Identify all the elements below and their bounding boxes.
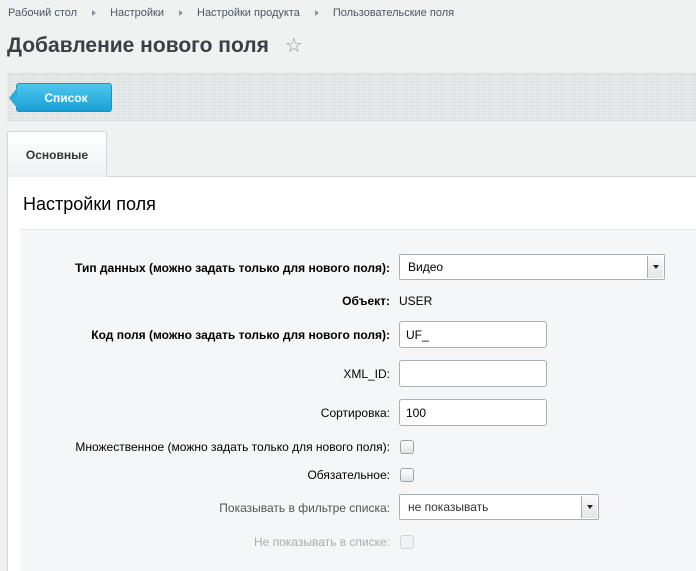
multiple-label: Множественное (можно задать только для н…	[75, 440, 390, 454]
sort-label: Сортировка:	[320, 406, 390, 420]
breadcrumb-arrow-icon	[314, 10, 319, 16]
breadcrumb-desktop[interactable]: Рабочий стол	[8, 7, 77, 19]
show-filter-value: не показывать	[408, 500, 489, 514]
show-filter-select[interactable]: не показывать	[399, 494, 599, 520]
breadcrumb: Рабочий стол Настройки Настройки продукт…	[8, 5, 454, 21]
data-type-label: Тип данных (можно задать только для ново…	[75, 261, 390, 275]
data-type-value: Видео	[408, 260, 444, 274]
tabs-bar: Основные	[7, 131, 696, 178]
xml-id-input[interactable]	[399, 360, 547, 387]
page-title-text: Добавление нового поля	[7, 33, 269, 57]
hide-in-list-checkbox[interactable]	[400, 535, 414, 549]
chevron-down-icon	[581, 496, 597, 518]
breadcrumb-product-settings[interactable]: Настройки продукта	[197, 7, 300, 19]
data-type-select[interactable]: Видео	[399, 254, 665, 280]
field-code-label: Код поля (можно задать только для нового…	[91, 328, 390, 342]
breadcrumb-arrow-icon	[179, 10, 183, 16]
toolbar: Список	[7, 73, 696, 121]
object-label: Объект:	[342, 294, 390, 308]
sort-input[interactable]	[399, 399, 547, 426]
hide-in-list-label: Не показывать в списке:	[253, 535, 390, 549]
required-label: Обязательное:	[307, 468, 390, 482]
object-value: USER	[399, 294, 433, 308]
chevron-down-icon	[647, 256, 663, 278]
field-code-input[interactable]	[399, 321, 547, 348]
breadcrumb-user-fields[interactable]: Пользовательские поля	[333, 7, 454, 19]
tab-main[interactable]: Основные	[7, 131, 107, 178]
list-button[interactable]: Список	[9, 83, 112, 112]
show-filter-label: Показывать в фильтре списка:	[219, 501, 390, 515]
star-icon[interactable]: ☆	[285, 33, 303, 58]
required-checkbox[interactable]	[400, 468, 414, 482]
breadcrumb-settings[interactable]: Настройки	[110, 7, 164, 19]
page-title: Добавление нового поля ☆	[7, 33, 303, 58]
breadcrumb-arrow-icon	[92, 10, 97, 16]
xml-id-label: XML_ID:	[343, 367, 390, 381]
section-title: Настройки поля	[23, 194, 156, 214]
multiple-checkbox[interactable]	[400, 440, 414, 454]
